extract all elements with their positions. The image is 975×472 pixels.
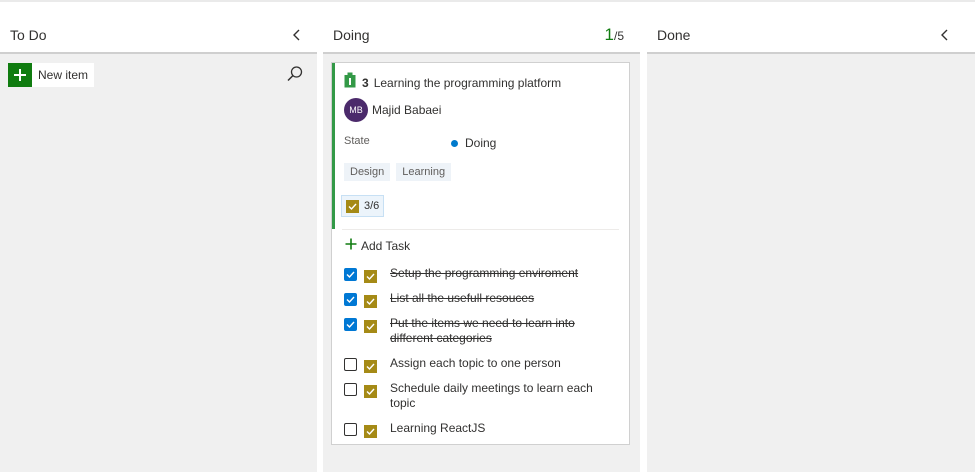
column-header-doing: Doing 1/5 (323, 20, 640, 54)
wip-limit: 1/5 (605, 25, 624, 45)
task-check-icon (364, 385, 377, 398)
wip-max: /5 (613, 29, 624, 43)
column-title-doing: Doing (333, 27, 370, 43)
work-item-card[interactable]: 3 Learning the programming platform MB M… (331, 62, 630, 445)
card-title[interactable]: Learning the programming platform (374, 76, 561, 90)
task-check-icon (364, 295, 377, 308)
task-label[interactable]: Put the items we need to learn into diff… (390, 316, 600, 346)
column-title-done: Done (657, 27, 691, 43)
task-label[interactable]: Setup the programming enviroment (390, 266, 600, 281)
avatar: MB (344, 98, 368, 122)
state-dot-icon (451, 139, 458, 147)
plus-icon (345, 238, 357, 253)
chevron-left-icon[interactable] (289, 27, 305, 43)
wip-current: 1 (604, 25, 614, 44)
tag-list: Design Learning (344, 163, 457, 181)
assignee-name: Majid Babaei (372, 103, 442, 117)
task-label[interactable]: List all the usefull resouces (390, 291, 600, 306)
state-value[interactable]: Doing (451, 136, 496, 150)
column-done: Done (647, 0, 975, 472)
task-check-icon (364, 425, 377, 438)
task-row: Learning ReactJS (344, 421, 600, 438)
task-progress-button[interactable]: 3/6 (341, 195, 385, 217)
task-checkbox[interactable] (344, 293, 357, 306)
task-row: Setup the programming enviroment (344, 266, 600, 283)
column-title-todo: To Do (10, 27, 47, 43)
plus-icon (8, 63, 32, 87)
task-label[interactable]: Schedule daily meetings to learn each to… (390, 381, 600, 411)
task-checkbox[interactable] (344, 358, 357, 371)
new-item-label: New item (38, 68, 89, 82)
column-body-done (647, 54, 975, 472)
card-color-bar (332, 63, 335, 229)
add-task-button[interactable]: Add Task (345, 238, 410, 253)
column-header-done: Done (647, 20, 975, 54)
tag[interactable]: Design (344, 163, 391, 181)
column-body-todo (0, 54, 317, 472)
task-label[interactable]: Assign each topic to one person (390, 356, 600, 371)
task-checkbox[interactable] (344, 268, 357, 281)
task-progress-text: 3/6 (364, 200, 380, 212)
card-title-row: 3 Learning the programming platform (344, 72, 561, 93)
column-header-todo: To Do (0, 20, 317, 54)
new-item-button[interactable]: New item (8, 63, 95, 87)
task-check-icon (364, 270, 377, 283)
assignee[interactable]: MB Majid Babaei (344, 98, 441, 122)
task-check-icon (346, 199, 359, 213)
task-checkbox[interactable] (344, 318, 357, 331)
tag[interactable]: Learning (396, 163, 452, 181)
state-label: State (344, 135, 370, 147)
task-row: Put the items we need to learn into diff… (344, 316, 600, 346)
chevron-left-icon[interactable] (937, 27, 953, 43)
task-label[interactable]: Learning ReactJS (390, 421, 600, 436)
search-icon[interactable] (286, 65, 304, 83)
task-row: List all the usefull resouces (344, 291, 600, 308)
task-checkbox[interactable] (344, 423, 357, 436)
task-checkbox[interactable] (344, 383, 357, 396)
task-check-icon (364, 360, 377, 373)
add-task-label: Add Task (361, 238, 411, 253)
backlog-item-icon (344, 72, 356, 93)
task-check-icon (364, 320, 377, 333)
task-row: Schedule daily meetings to learn each to… (344, 381, 600, 411)
card-divider (342, 229, 619, 230)
card-id: 3 (362, 75, 369, 90)
state-text: Doing (465, 136, 497, 150)
task-row: Assign each topic to one person (344, 356, 600, 373)
